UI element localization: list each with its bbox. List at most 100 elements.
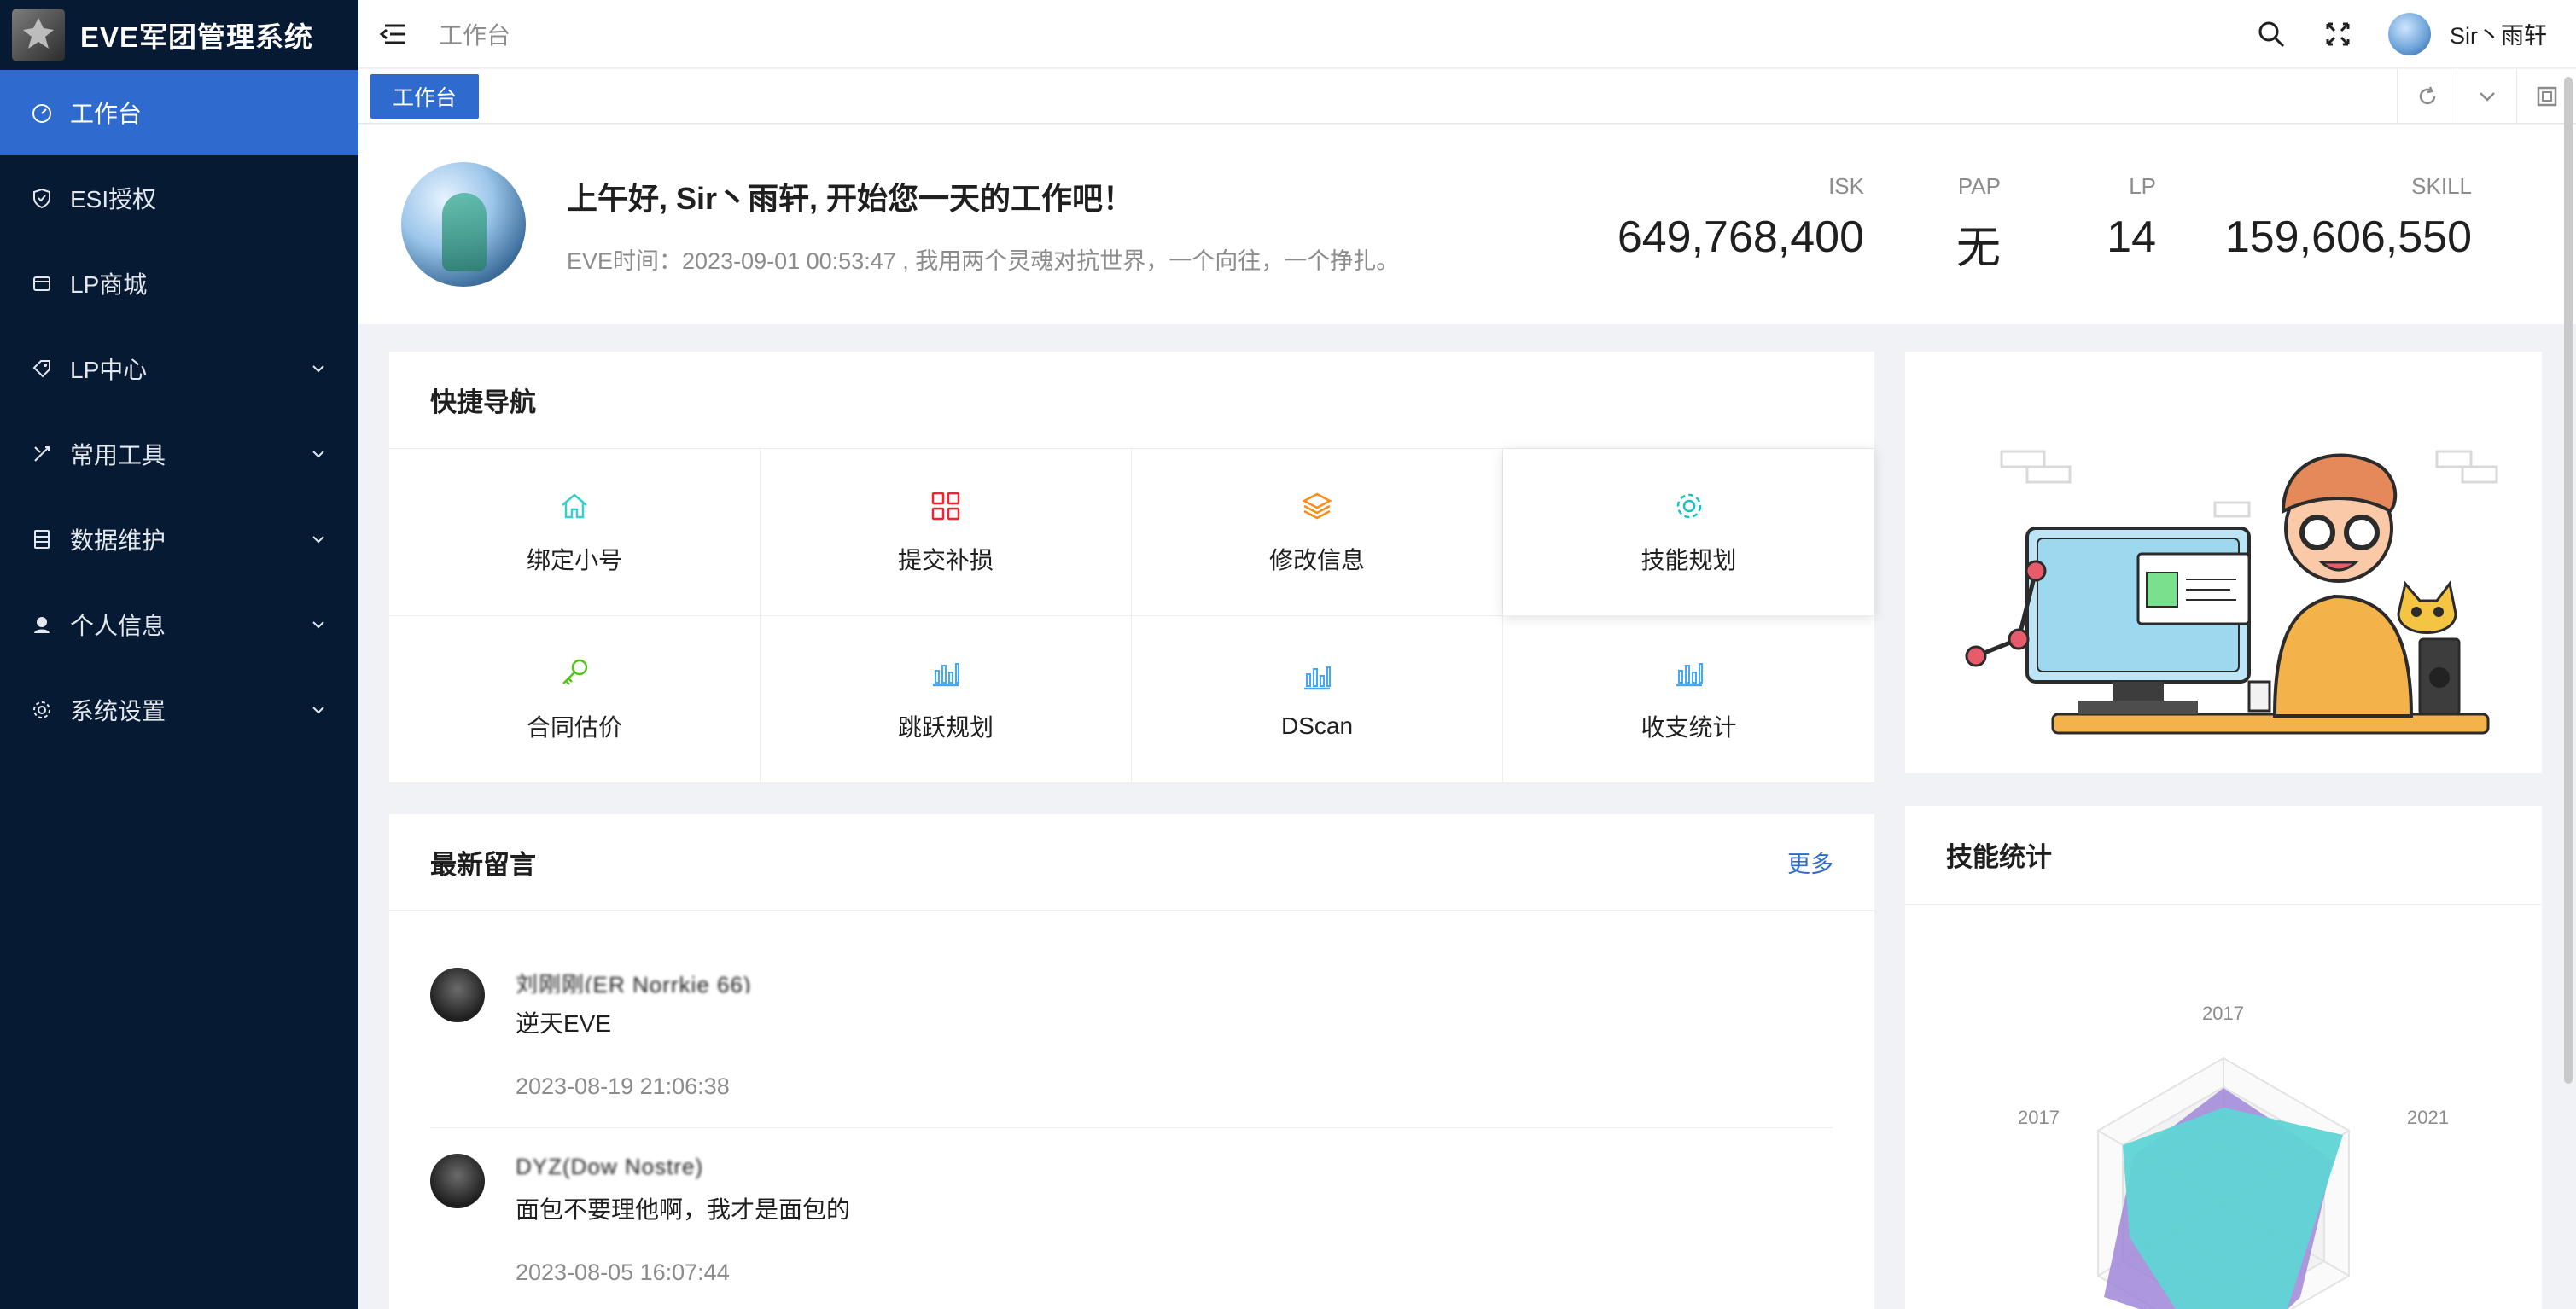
quick-nav-label: 提交补损 [897,546,994,573]
stat-label: PAP [1957,173,2001,199]
chevron-down-icon [309,530,328,549]
message-text: 逆天EVE [516,1010,612,1037]
layers-icon [1300,489,1334,523]
chevron-down-icon [309,615,328,634]
stat-skill: SKILL 159,606,550 [2156,173,2472,276]
quick-nav-label: 收支统计 [1641,713,1737,741]
quick-nav-label: 跳跃规划 [897,713,994,741]
sidebar-item-settings[interactable]: 系统设置 [0,667,358,753]
home-icon [557,489,592,523]
user-menu[interactable]: Sir丶雨轩 [2388,12,2547,55]
message-body: DYZ(Dow Nostre) 面包不要理他啊，我才是面包的 2023-08-0… [516,1154,1833,1286]
sidebar-item-label: 工作台 [70,101,143,127]
tab-tools [2397,68,2576,124]
card-header: 快捷导航 [389,352,1874,449]
brand-title: EVE军团管理系统 [80,21,314,53]
stat-value: 159,606,550 [2224,212,2472,262]
app-root: EVE军团管理系统 工作台 ESI授权 LP商城 LP中心 常用工具 数据维护 … [0,0,2576,1309]
message-body: 刘刚刚(ER Norrkie 66) 逆天EVE 2023-08-19 21:0… [516,968,1833,1100]
sidebar-item-lp-center[interactable]: LP中心 [0,326,358,411]
database-icon [29,527,55,552]
message-item[interactable]: DYZ(Dow Nostre) 面包不要理他啊，我才是面包的 2023-08-0… [430,1128,1833,1309]
breadcrumb[interactable]: 工作台 [439,17,510,51]
message-author: DYZ(Dow Nostre) [516,1154,704,1179]
radar-label: 2021 [2407,1107,2449,1128]
search-icon[interactable] [2255,18,2288,50]
welcome-panel: 上午好, Sir丶雨轩, 开始您一天的工作吧！ EVE时间：2023-09-01… [358,125,2576,324]
page-scrollbar[interactable] [2564,77,2573,1084]
skill-radar-chart: 2017 2021 2020 2018 2017 [1905,905,2542,1309]
tab-dashboard[interactable]: 工作台 [370,73,480,119]
card-header: 最新留言 更多 [389,814,1874,911]
chevron-down-icon [309,359,328,378]
gear-icon [1672,489,1706,523]
avatar [430,1154,485,1208]
tabs-bar: 工作台 [358,68,2576,124]
card-title: 技能统计 [1946,842,2052,872]
shield-icon [29,185,55,211]
sidebar-item-tools[interactable]: 常用工具 [0,411,358,497]
quick-nav-skill-plan[interactable]: 技能规划 [1503,449,1874,616]
quick-nav-submit-loss[interactable]: 提交补损 [761,449,1132,616]
radar-label: 2017 [2018,1107,2060,1128]
message-item[interactable]: 刘刚刚(ER Norrkie 66) 逆天EVE 2023-08-19 21:0… [430,942,1833,1128]
stat-value: 649,768,400 [1617,212,1864,262]
apps-icon [929,489,963,523]
fullscreen-icon[interactable] [2322,18,2354,50]
sidebar-item-label: ESI授权 [70,186,157,212]
brand-logo-icon [12,9,65,61]
user-name: Sir丶雨轩 [2450,23,2547,49]
quick-nav-label: DScan [1280,712,1354,739]
shop-icon [29,271,55,296]
sidebar-item-profile[interactable]: 个人信息 [0,582,358,667]
quick-nav-label: 绑定小号 [526,546,622,573]
quick-nav-income-stats[interactable]: 收支统计 [1503,616,1874,783]
stats: ISK 649,768,400 PAP 无 LP 14 SKILL 159,60… [1591,173,2576,276]
gear-icon [29,697,55,723]
sidebar-item-data[interactable]: 数据维护 [0,497,358,582]
bar-chart-icon [1672,656,1706,690]
sidebar-item-label: 数据维护 [70,527,166,554]
sidebar-item-label: 系统设置 [70,698,166,724]
stat-label: SKILL [2411,173,2472,199]
radar-label: 2017 [2202,1003,2244,1024]
quick-nav-label: 修改信息 [1268,546,1365,573]
sidebar: EVE军团管理系统 工作台 ESI授权 LP商城 LP中心 常用工具 数据维护 … [0,0,358,1309]
stat-pap: PAP 无 [1864,173,2001,276]
brand[interactable]: EVE军团管理系统 [0,0,358,70]
developer-illustration [1965,450,2498,735]
illustration-card [1905,352,2542,773]
sidebar-item-lp-shop[interactable]: LP商城 [0,241,358,326]
sidebar-item-label: LP商城 [70,271,148,298]
greeting: 上午好, Sir丶雨轩, 开始您一天的工作吧！ [567,180,1134,216]
chevron-down-icon [309,445,328,463]
dashboard-icon [29,100,55,125]
sidebar-item-label: 常用工具 [70,442,166,468]
collapse-menu-icon[interactable] [376,17,410,51]
card-title: 快捷导航 [430,387,536,417]
quick-nav-contract-appraisal[interactable]: 合同估价 [389,616,761,783]
quick-nav-label: 技能规划 [1641,546,1737,573]
quick-nav-bind-alt[interactable]: 绑定小号 [389,449,761,616]
profile-avatar [401,162,526,287]
stat-lp: LP 14 [2001,173,2156,276]
sidebar-item-dashboard[interactable]: 工作台 [0,70,358,155]
sidebar-item-label: LP中心 [70,357,148,383]
latest-messages-card: 最新留言 更多 刘刚刚(ER Norrkie 66) 逆天EVE 2023-08… [389,814,1874,1309]
avatar [430,968,485,1022]
tag-icon [29,356,55,381]
stat-value: 无 [1955,224,2001,273]
quick-nav-jump-plan[interactable]: 跳跃规划 [761,616,1132,783]
refresh-icon[interactable] [2397,68,2457,124]
sidebar-item-esi[interactable]: ESI授权 [0,155,358,241]
quick-nav-edit-info[interactable]: 修改信息 [1132,449,1503,616]
avatar [2388,12,2431,55]
stat-label: LP [2129,173,2156,199]
more-link[interactable]: 更多 [1787,846,1833,879]
sidebar-item-label: 个人信息 [70,613,166,639]
user-icon [29,612,55,637]
quick-nav-dscan[interactable]: DScan [1132,616,1503,783]
stat-isk: ISK 649,768,400 [1591,173,1864,276]
bar-chart-icon [1300,660,1334,694]
chevron-down-icon[interactable] [2457,68,2516,124]
